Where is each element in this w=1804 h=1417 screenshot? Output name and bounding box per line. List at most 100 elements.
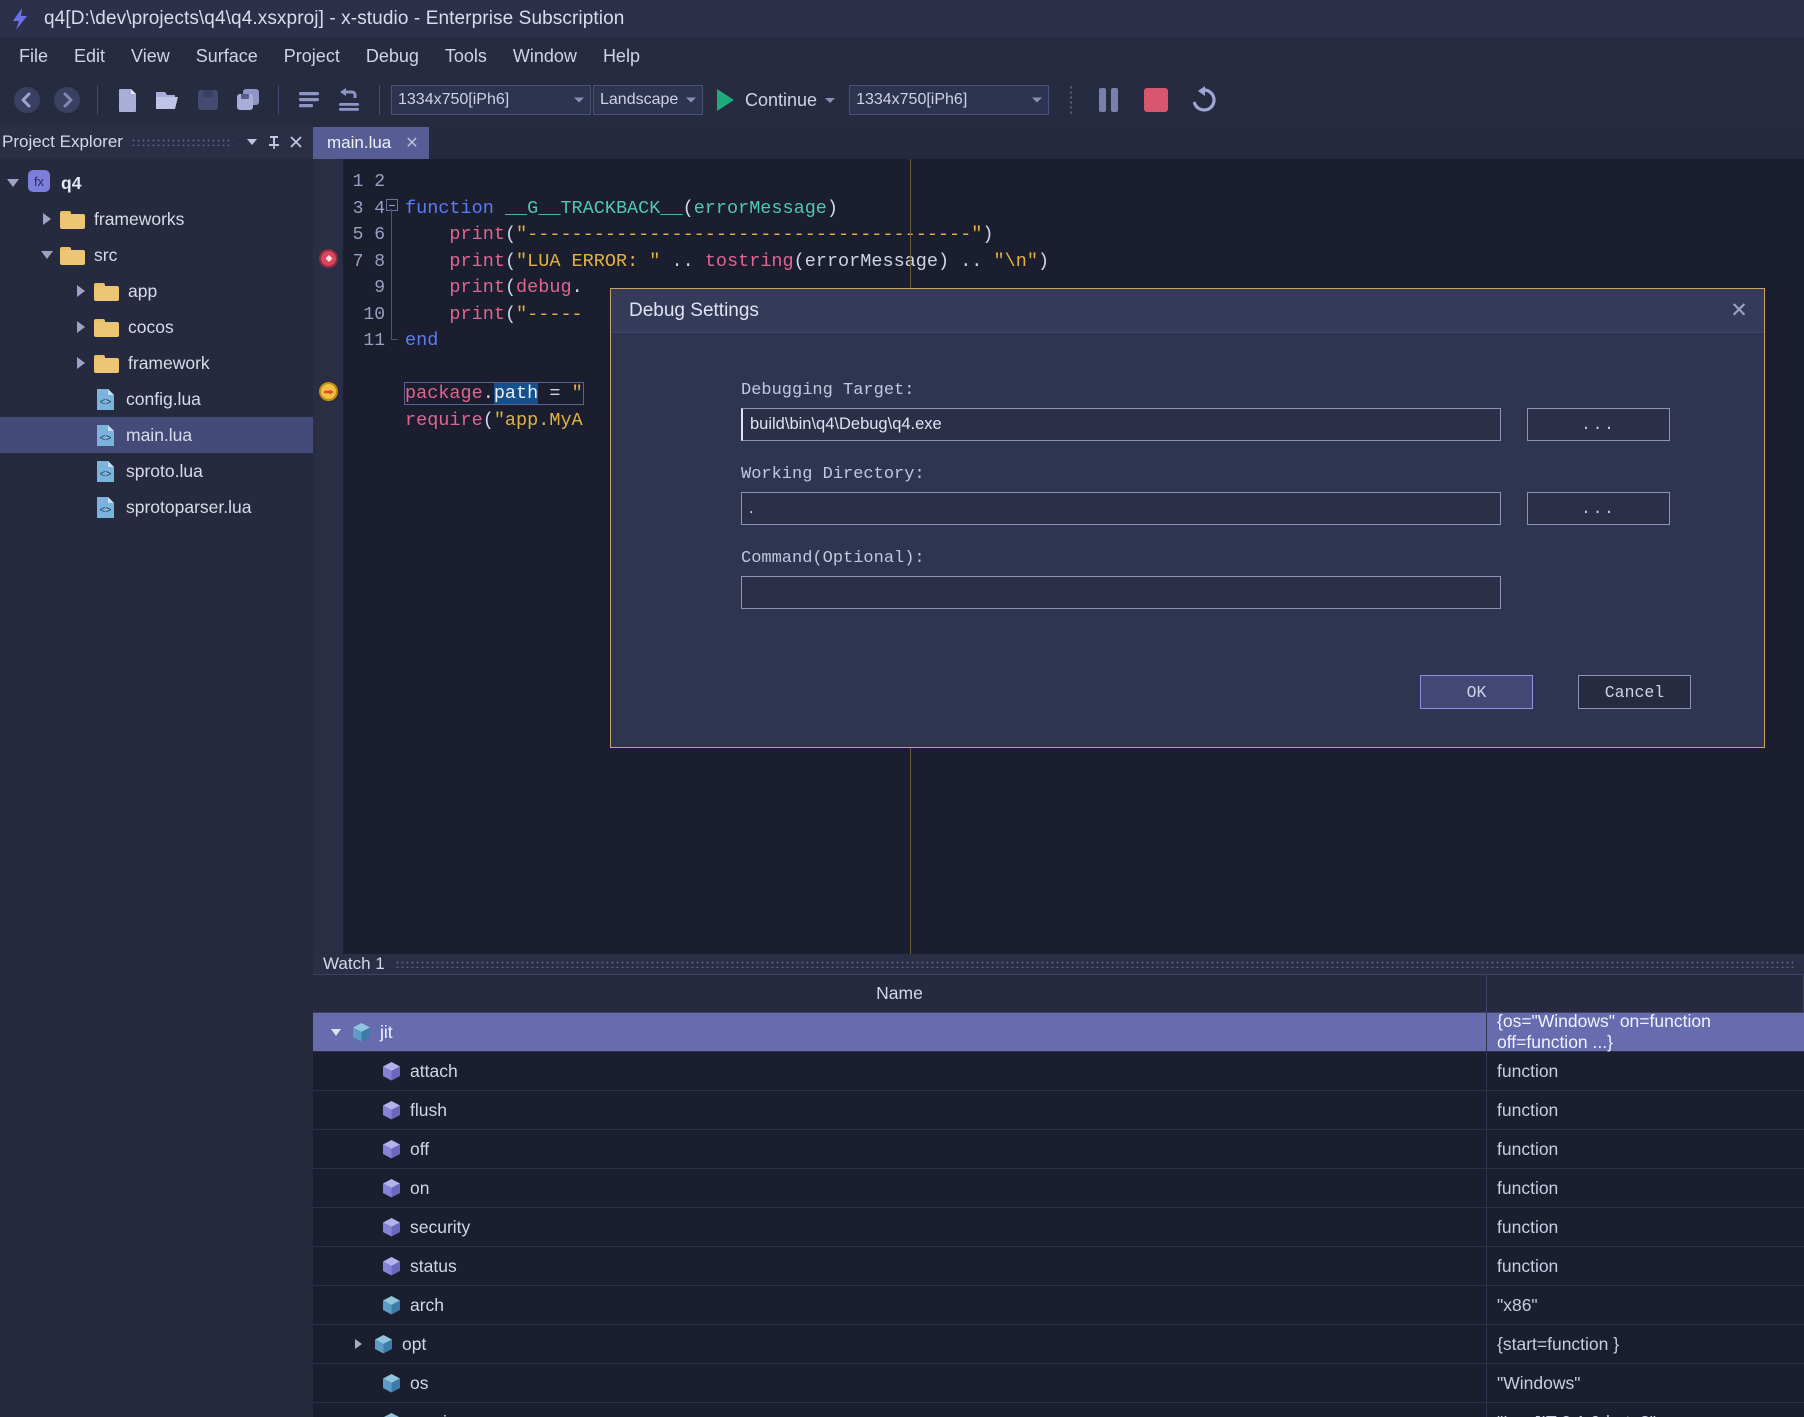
menu-file[interactable]: File <box>6 42 61 71</box>
continue-button[interactable]: Continue <box>745 90 817 111</box>
tree-item-sproto-lua[interactable]: <> sproto.lua <box>0 453 313 489</box>
twisty-down-icon[interactable] <box>34 251 60 259</box>
continue-dropdown-icon[interactable] <box>825 97 836 103</box>
menu-edit[interactable]: Edit <box>61 42 118 71</box>
debugging-target-input[interactable]: build\bin\q4\Debug\q4.exe <box>741 408 1501 441</box>
working-directory-label: Working Directory: <box>741 465 925 484</box>
table-row[interactable]: arch "x86" <box>313 1286 1804 1325</box>
ok-button[interactable]: OK <box>1420 675 1533 709</box>
table-row[interactable]: os "Windows" <box>313 1364 1804 1403</box>
watch-name: on <box>410 1177 430 1198</box>
twisty-right-icon[interactable] <box>68 357 94 369</box>
tree-item-q4[interactable]: fx q4 <box>0 165 313 201</box>
format-lines-icon[interactable] <box>290 81 328 119</box>
menu-project[interactable]: Project <box>271 42 353 71</box>
watch-name-cell: status <box>313 1247 1487 1285</box>
cancel-button[interactable]: Cancel <box>1578 675 1691 709</box>
browse-working-directory-button[interactable]: ... <box>1527 492 1670 525</box>
lua-file-icon: <> <box>94 496 117 519</box>
watch-name-cell: version <box>313 1403 1487 1417</box>
menu-help[interactable]: Help <box>590 42 653 71</box>
table-row[interactable]: jit {os="Windows" on=function off=functi… <box>313 1011 1804 1052</box>
watch-name: status <box>410 1255 457 1276</box>
tree-item-app[interactable]: app <box>0 273 313 309</box>
project-icon: fx <box>26 168 52 199</box>
twisty-right-icon[interactable] <box>68 285 94 297</box>
table-row[interactable]: status function <box>313 1247 1804 1286</box>
menu-view[interactable]: View <box>118 42 183 71</box>
working-directory-input[interactable]: . <box>741 492 1501 525</box>
menu-tools[interactable]: Tools <box>432 42 500 71</box>
menu-debug[interactable]: Debug <box>353 42 432 71</box>
editor-gutter[interactable] <box>313 159 343 954</box>
table-row[interactable]: attach function <box>313 1052 1804 1091</box>
twisty-right-icon[interactable] <box>343 1339 373 1349</box>
browse-debugging-target-button[interactable]: ... <box>1527 408 1670 441</box>
project-explorer-title: Project Explorer <box>2 132 123 151</box>
table-row[interactable]: opt {start=function } <box>313 1325 1804 1364</box>
fold-column[interactable] <box>385 159 401 954</box>
dialog-body: Debugging Target: build\bin\q4\Debug\q4.… <box>611 333 1764 747</box>
twisty-down-icon[interactable] <box>321 1028 351 1036</box>
column-header-value[interactable] <box>1487 975 1804 1012</box>
chevron-down-icon[interactable] <box>241 131 263 153</box>
table-row[interactable]: security function <box>313 1208 1804 1247</box>
open-folder-icon[interactable] <box>149 81 187 119</box>
resolution-select[interactable]: 1334x750[iPh6] <box>391 85 591 115</box>
table-row[interactable]: on function <box>313 1169 1804 1208</box>
svg-text:<>: <> <box>99 506 111 517</box>
tree-item-framework[interactable]: framework <box>0 345 313 381</box>
stop-icon[interactable] <box>1137 81 1175 119</box>
code-line-10: require("app.MyA <box>405 409 583 431</box>
table-row[interactable]: off function <box>313 1130 1804 1169</box>
save-icon[interactable] <box>189 81 227 119</box>
resolution-value: 1334x750[iPh6] <box>398 91 510 108</box>
tab-main-lua[interactable]: main.lua ✕ <box>313 127 429 159</box>
watch-value: "LuaJIT 2.1.0-beta3" <box>1487 1403 1804 1417</box>
close-icon[interactable]: ✕ <box>1720 295 1758 327</box>
twisty-right-icon[interactable] <box>34 213 60 225</box>
tree-item-frameworks[interactable]: frameworks <box>0 201 313 237</box>
pause-icon[interactable] <box>1089 81 1127 119</box>
watch-name-cell: os <box>313 1364 1487 1402</box>
toolbar-divider-2 <box>278 85 279 115</box>
dialog-title-bar: Debug Settings ✕ <box>611 289 1764 333</box>
tree-item-sprotoparser-lua[interactable]: <> sprotoparser.lua <box>0 489 313 525</box>
forward-arrow-icon[interactable] <box>48 81 86 119</box>
orientation-select[interactable]: Landscape <box>593 85 703 115</box>
table-row[interactable]: version "LuaJIT 2.1.0-beta3" <box>313 1403 1804 1417</box>
column-header-name[interactable]: Name <box>313 975 1487 1012</box>
restart-icon[interactable] <box>1185 81 1223 119</box>
play-triangle-icon[interactable] <box>717 89 734 111</box>
menu-surface[interactable]: Surface <box>183 42 271 71</box>
undo-format-icon[interactable] <box>330 81 368 119</box>
twisty-right-icon[interactable] <box>68 321 94 333</box>
save-all-icon[interactable] <box>229 81 267 119</box>
command-input[interactable] <box>741 576 1501 609</box>
breakpoint-icon[interactable] <box>319 249 338 268</box>
table-row[interactable]: flush function <box>313 1091 1804 1130</box>
close-icon[interactable]: ✕ <box>405 133 418 153</box>
close-icon[interactable] <box>285 131 307 153</box>
code-line-5: print(debug. <box>449 277 583 298</box>
purple-cube-icon <box>381 1178 402 1199</box>
purple-cube-icon <box>381 1256 402 1277</box>
tree-item-src[interactable]: src <box>0 237 313 273</box>
main-toolbar: 1334x750[iPh6] Landscape Continue 1334x7… <box>0 75 1804 125</box>
pin-icon[interactable] <box>263 131 285 153</box>
line-number-gutter: 1 2 3 4 5 6 7 8 9 10 11 <box>343 159 385 954</box>
tree-item-config-lua[interactable]: <> config.lua <box>0 381 313 417</box>
chevron-down-icon <box>574 97 584 103</box>
back-arrow-icon[interactable] <box>8 81 46 119</box>
tree-item-main-lua[interactable]: <> main.lua <box>0 417 313 453</box>
watch-name-cell: jit <box>313 1013 1487 1051</box>
twisty-down-icon[interactable] <box>0 179 26 187</box>
fold-toggle-icon[interactable] <box>386 196 400 214</box>
watch-panel: Watch 1 Name jit {os="Windows" on=functi… <box>313 954 1804 1417</box>
tree-item-cocos[interactable]: cocos <box>0 309 313 345</box>
watch-name: arch <box>410 1294 445 1315</box>
debug-target-select[interactable]: 1334x750[iPh6] <box>849 85 1050 115</box>
menu-window[interactable]: Window <box>500 42 590 71</box>
new-file-icon[interactable] <box>109 81 147 119</box>
purple-cube-icon <box>381 1061 402 1082</box>
